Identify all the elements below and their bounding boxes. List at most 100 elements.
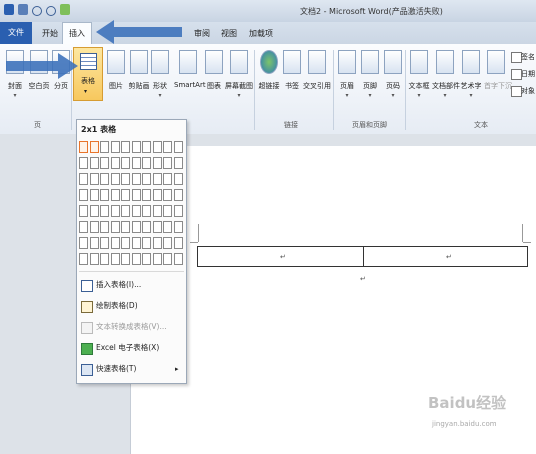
grid-cell[interactable] [131, 205, 141, 217]
grid-cell[interactable] [173, 141, 183, 153]
grid-cell[interactable] [142, 221, 151, 233]
tab-file[interactable]: 文件 [0, 22, 32, 44]
document-table[interactable]: ↵ ↵ [197, 246, 528, 267]
grid-cell[interactable] [142, 141, 151, 153]
grid-cell[interactable] [100, 141, 109, 153]
grid-cell[interactable] [142, 189, 151, 201]
grid-cell[interactable] [89, 221, 99, 233]
grid-cell[interactable] [121, 205, 130, 217]
grid-cell[interactable] [121, 173, 130, 185]
grid-cell[interactable] [163, 253, 172, 265]
grid-cell[interactable] [173, 253, 183, 265]
table-size-grid[interactable] [79, 141, 184, 269]
wordart-button[interactable]: 艺术字 ▾ [459, 50, 483, 99]
grid-cell[interactable] [121, 141, 130, 153]
grid-cell[interactable] [100, 205, 109, 217]
quick-tables-item[interactable]: 快速表格(T) ▸ [77, 359, 186, 379]
grid-cell[interactable] [79, 253, 88, 265]
smartart-button[interactable]: SmartArt [174, 50, 206, 89]
grid-cell[interactable] [152, 253, 162, 265]
undo-icon[interactable] [32, 6, 42, 16]
grid-cell[interactable] [89, 205, 99, 217]
grid-cell[interactable] [79, 189, 88, 201]
grid-cell[interactable] [89, 157, 99, 169]
page-number-button[interactable]: 页码 ▾ [381, 50, 405, 99]
grid-cell[interactable] [110, 253, 120, 265]
grid-cell[interactable] [142, 253, 151, 265]
grid-cell[interactable] [163, 189, 172, 201]
grid-cell[interactable] [131, 221, 141, 233]
footer-button[interactable]: 页脚 ▾ [358, 50, 382, 99]
grid-cell[interactable] [152, 237, 162, 249]
grid-cell[interactable] [100, 189, 109, 201]
cross-reference-button[interactable]: 交叉引用 [303, 50, 331, 91]
grid-cell[interactable] [110, 205, 120, 217]
grid-cell[interactable] [131, 189, 141, 201]
grid-cell[interactable] [163, 221, 172, 233]
grid-cell[interactable] [79, 221, 88, 233]
grid-cell[interactable] [152, 205, 162, 217]
grid-cell[interactable] [163, 237, 172, 249]
grid-cell[interactable] [163, 141, 172, 153]
grid-cell[interactable] [173, 237, 183, 249]
grid-cell[interactable] [100, 253, 109, 265]
grid-cell[interactable] [79, 141, 88, 153]
grid-cell[interactable] [131, 173, 141, 185]
grid-cell[interactable] [173, 157, 183, 169]
grid-cell[interactable] [173, 189, 183, 201]
grid-cell[interactable] [89, 189, 99, 201]
save-icon[interactable] [18, 4, 28, 15]
grid-cell[interactable] [89, 253, 99, 265]
grid-cell[interactable] [100, 173, 109, 185]
tab-insert[interactable]: 插入 [62, 22, 92, 44]
grid-cell[interactable] [121, 253, 130, 265]
grid-cell[interactable] [173, 173, 183, 185]
insert-table-item[interactable]: 插入表格(I)... [77, 275, 186, 295]
signature-button[interactable]: 签名 [521, 52, 535, 62]
grid-cell[interactable] [142, 237, 151, 249]
header-button[interactable]: 页眉 ▾ [335, 50, 359, 99]
chart-button[interactable]: 图表 [202, 50, 226, 91]
grid-cell[interactable] [152, 141, 162, 153]
grid-cell[interactable] [142, 205, 151, 217]
grid-cell[interactable] [79, 205, 88, 217]
grid-cell[interactable] [152, 173, 162, 185]
grid-cell[interactable] [121, 157, 130, 169]
quick-parts-button[interactable]: 文档部件 ▾ [432, 50, 460, 99]
grid-cell[interactable] [142, 173, 151, 185]
grid-cell[interactable] [131, 157, 141, 169]
grid-cell[interactable] [131, 237, 141, 249]
grid-cell[interactable] [110, 157, 120, 169]
grid-cell[interactable] [110, 221, 120, 233]
tab-review[interactable]: 审阅 [188, 25, 216, 42]
grid-cell[interactable] [173, 221, 183, 233]
grid-cell[interactable] [131, 253, 141, 265]
excel-spreadsheet-item[interactable]: Excel 电子表格(X) [77, 338, 186, 358]
grid-cell[interactable] [89, 141, 99, 153]
grid-cell[interactable] [89, 237, 99, 249]
quick-access-icon[interactable] [60, 4, 70, 15]
grid-cell[interactable] [100, 157, 109, 169]
hyperlink-button[interactable]: 超链接 [257, 50, 281, 91]
grid-cell[interactable] [152, 157, 162, 169]
grid-cell[interactable] [163, 205, 172, 217]
shapes-button[interactable]: 形状 ▾ [148, 50, 172, 99]
screenshot-button[interactable]: 屏幕截图 ▾ [225, 50, 253, 99]
tab-addins[interactable]: 加载项 [243, 25, 279, 42]
grid-cell[interactable] [100, 221, 109, 233]
tab-view[interactable]: 视图 [215, 25, 243, 42]
grid-cell[interactable] [121, 189, 130, 201]
grid-cell[interactable] [163, 157, 172, 169]
grid-cell[interactable] [142, 157, 151, 169]
object-button[interactable]: 对象 [521, 86, 535, 96]
grid-cell[interactable] [110, 189, 120, 201]
grid-cell[interactable] [152, 221, 162, 233]
bookmark-button[interactable]: 书签 [280, 50, 304, 91]
grid-cell[interactable] [110, 141, 120, 153]
grid-cell[interactable] [79, 237, 88, 249]
draw-table-item[interactable]: 绘制表格(D) [77, 296, 186, 316]
redo-icon[interactable] [46, 6, 56, 16]
grid-cell[interactable] [163, 173, 172, 185]
textbox-button[interactable]: 文本框 ▾ [407, 50, 431, 99]
picture-button[interactable]: 图片 [104, 50, 128, 91]
